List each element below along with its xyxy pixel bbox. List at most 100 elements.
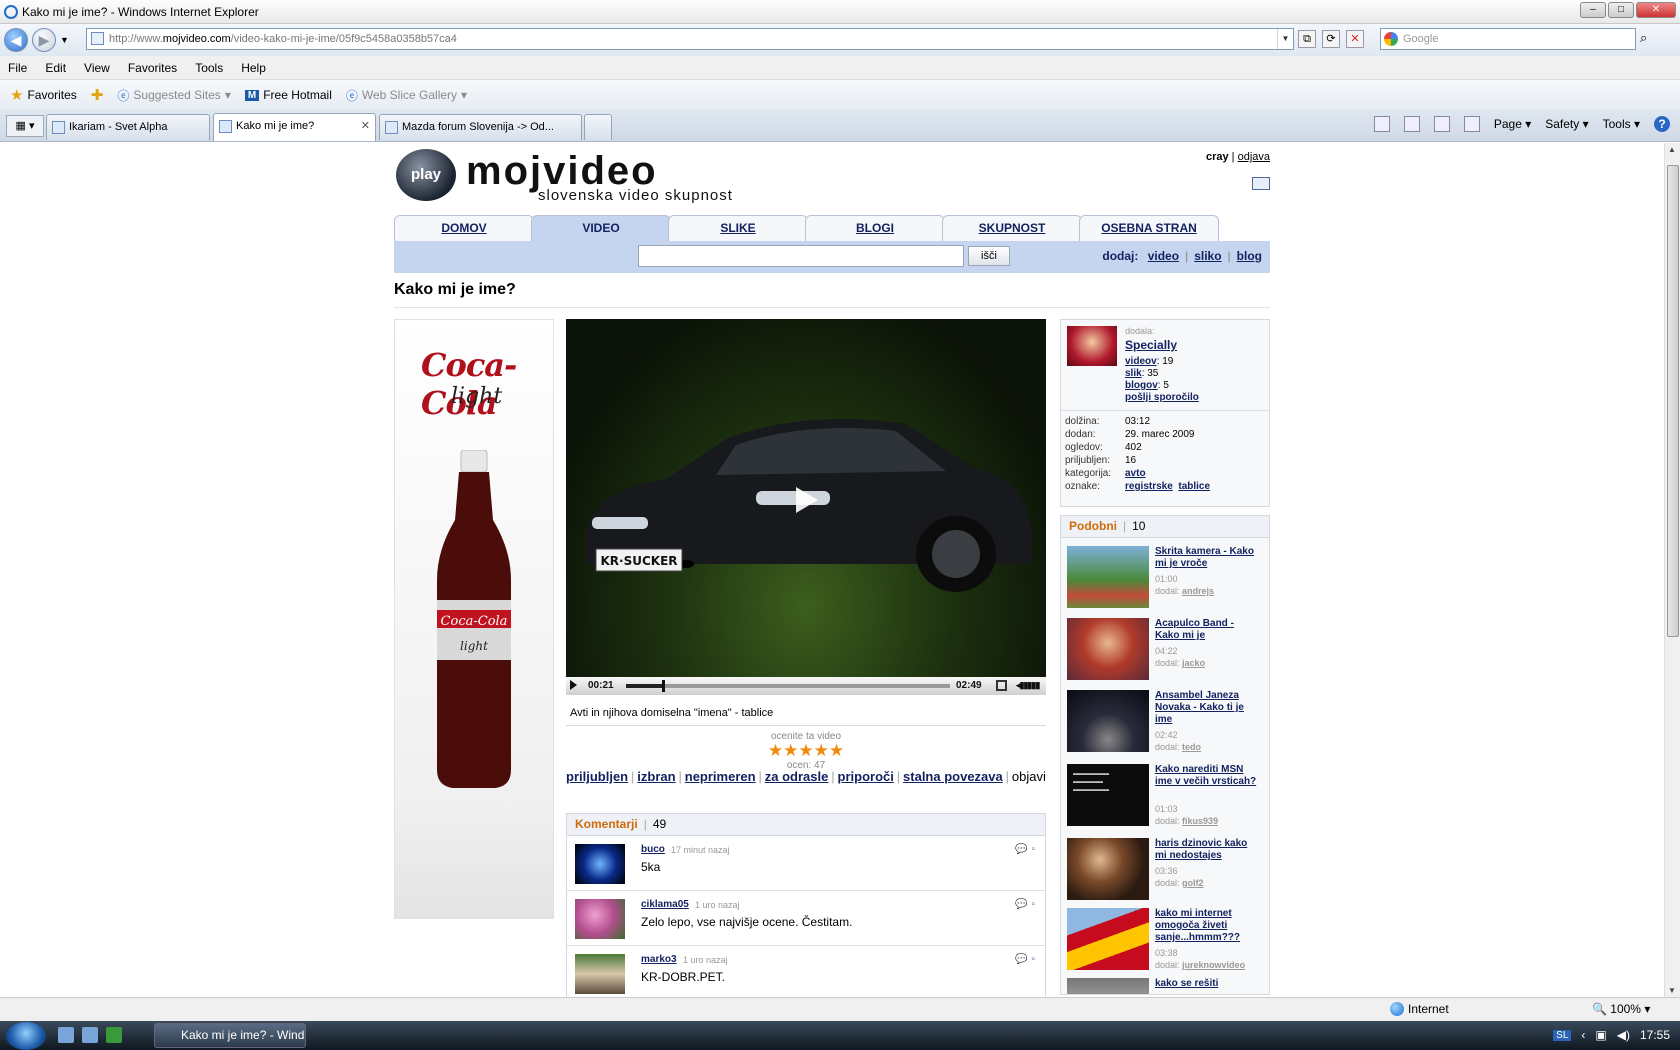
page-menu[interactable]: Page ▾ [1494,117,1531,131]
video-thumbnail[interactable] [1067,908,1149,970]
feeds-icon[interactable] [1403,116,1420,132]
maximize-button[interactable]: □ [1608,2,1634,18]
video-thumbnail[interactable] [1067,838,1149,900]
search-box[interactable]: Google [1380,28,1636,50]
favorites-button[interactable]: ★ Favorites [6,86,81,104]
menu-tools[interactable]: Tools [195,61,223,75]
avatar[interactable] [575,844,625,884]
similar-title[interactable]: Kako narediti MSN ime v večih vrsticah? [1155,764,1259,788]
address-dropdown-icon[interactable]: ▼ [1277,29,1293,49]
logout-link[interactable]: odjava [1238,151,1270,163]
similar-item[interactable]: Skrita kamera - Kako mi je vroče 01:00 d… [1067,546,1267,608]
add-image-link[interactable]: sliko [1194,249,1221,263]
tab-kako-mi-je-ime[interactable]: Kako mi je ime? ✕ [213,113,376,141]
help-icon[interactable]: ? [1654,116,1670,132]
similar-title[interactable]: haris dzinovic kako mi nedostajes [1155,838,1259,862]
scroll-up-icon[interactable]: ▲ [1668,145,1676,154]
nav-osebna-stran[interactable]: OSEBNA STRAN [1079,215,1219,241]
menu-help[interactable]: Help [241,61,266,75]
add-favorite-icon[interactable]: ✚ [87,86,108,104]
comment-author[interactable]: ciklama05 [641,899,689,910]
similar-item[interactable]: kako se rešiti [1067,978,1267,994]
similar-author-link[interactable]: jureknowvideo [1182,960,1245,970]
zoom-level[interactable]: 🔍 100% ▾ [1592,1002,1650,1016]
add-video-link[interactable]: video [1148,249,1179,263]
comment-author[interactable]: marko3 [641,954,677,965]
app-launch-icon[interactable] [106,1027,122,1043]
compatibility-icon[interactable]: ⧉ [1298,30,1316,48]
play-logo-icon[interactable]: play [396,149,456,201]
video-thumbnail[interactable] [1067,978,1149,994]
menu-favorites[interactable]: Favorites [128,61,177,75]
site-search-button[interactable]: išči [968,246,1010,266]
rating-stars[interactable]: ★★★★★ [566,742,1046,760]
mail-icon[interactable] [1252,177,1270,190]
avatar[interactable] [575,954,625,994]
security-zone[interactable]: Internet [1390,1002,1449,1016]
reply-icon[interactable]: 💬▫ [1015,899,1039,910]
tag-link[interactable]: tablice [1178,481,1210,492]
similar-title[interactable]: kako mi internet omogoča živeti sanje...… [1155,908,1259,944]
action-select[interactable]: izbran [637,769,675,784]
tab-mazda-forum[interactable]: Mazda forum Slovenija -> Od... [379,114,582,140]
site-search-input[interactable] [638,245,964,267]
uploader-avatar[interactable] [1067,326,1117,366]
similar-author-link[interactable]: fikus939 [1182,816,1218,826]
action-favorite[interactable]: priljubljen [566,769,628,784]
play-button-icon[interactable] [570,680,577,690]
video-player[interactable]: KR·SUCKER 00:21 02:49 ◂▮▮▮▮▮ [566,319,1046,695]
search-go-icon[interactable]: ⌕ [1640,30,1658,48]
volume-tray-icon[interactable]: ◀) [1617,1028,1630,1042]
forward-button[interactable]: ▶ [32,28,56,52]
scroll-thumb[interactable] [1667,165,1679,637]
nav-domov[interactable]: DOMOV [394,215,534,241]
network-icon[interactable]: ▣ [1595,1028,1606,1042]
similar-author-link[interactable]: andrejs [1182,586,1214,596]
video-frame[interactable]: KR·SUCKER [566,319,1046,677]
video-thumbnail[interactable] [1067,690,1149,752]
comment-author[interactable]: buco [641,844,665,855]
taskbar-ie-window[interactable]: Kako mi je ime? - Wind... [154,1023,306,1048]
nav-video[interactable]: VIDEO [531,215,671,241]
video-thumbnail[interactable]: ▬▬▬▬▬▬ ▬▬▬▬▬ ▬▬▬▬▬▬ [1067,764,1149,826]
new-tab-button[interactable] [584,114,612,140]
video-thumbnail[interactable] [1067,618,1149,680]
action-adult[interactable]: za odrasle [765,769,829,784]
read-mail-icon[interactable] [1433,116,1450,132]
video-thumbnail[interactable] [1067,546,1149,608]
category-link[interactable]: avto [1125,468,1146,479]
action-permalink[interactable]: stalna povezava [903,769,1003,784]
close-button[interactable]: ✕ [1636,2,1676,18]
avatar[interactable] [575,899,625,939]
start-button[interactable] [6,1022,46,1050]
reply-icon[interactable]: 💬▫ [1015,844,1039,855]
tray-arrow-icon[interactable]: ‹ [1581,1028,1585,1042]
similar-author-link[interactable]: golf2 [1182,878,1204,888]
similar-item[interactable]: haris dzinovic kako mi nedostajes 03:36 … [1067,838,1267,900]
volume-icon[interactable]: ◂▮▮▮▮▮ [1016,680,1040,691]
safety-menu[interactable]: Safety ▾ [1545,117,1588,131]
menu-view[interactable]: View [84,61,110,75]
similar-item[interactable]: Ansambel Janeza Novaka - Kako ti je ime … [1067,690,1267,752]
print-icon[interactable] [1463,116,1480,132]
action-report[interactable]: neprimeren [685,769,756,784]
images-link[interactable]: slik [1125,368,1142,379]
nav-blogi[interactable]: BLOGI [805,215,945,241]
clock[interactable]: 17:55 [1640,1028,1670,1042]
close-tab-icon[interactable]: ✕ [361,114,370,138]
back-button[interactable]: ◀ [4,28,28,52]
videos-link[interactable]: videov [1125,356,1157,367]
similar-item[interactable]: Acapulco Band - Kako mi je 04:22 dodal: … [1067,618,1267,680]
seek-handle[interactable] [661,680,665,692]
tools-menu[interactable]: Tools ▾ [1603,117,1640,131]
ie-launch-icon[interactable] [82,1027,98,1043]
seek-bar[interactable] [626,680,950,692]
tag-link[interactable]: registrske [1125,481,1173,492]
similar-title[interactable]: Acapulco Band - Kako mi je [1155,618,1259,642]
minimize-button[interactable]: – [1580,2,1606,18]
similar-title[interactable]: Skrita kamera - Kako mi je vroče [1155,546,1259,570]
play-icon[interactable] [796,487,818,513]
scroll-down-icon[interactable]: ▼ [1668,986,1676,995]
menu-edit[interactable]: Edit [45,61,66,75]
similar-title[interactable]: kako se rešiti [1155,978,1259,990]
